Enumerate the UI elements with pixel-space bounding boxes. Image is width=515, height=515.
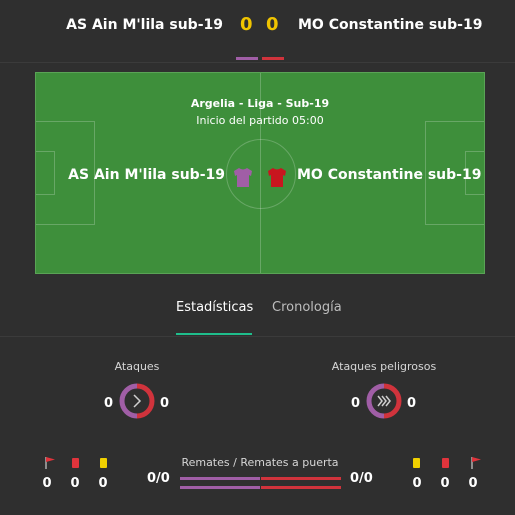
away-red-card-icon [442, 458, 449, 468]
attacks-home-value: 0 [104, 396, 114, 411]
shots-away-value: 0/0 [350, 471, 373, 486]
shots-on-target-home-bar [180, 486, 260, 489]
pitch-away-team: MO Constantine sub-19 [297, 167, 482, 183]
away-shirt-icon [266, 166, 288, 191]
away-corner-flag-icon [470, 456, 482, 473]
home-corner-flag-icon [44, 456, 56, 473]
dangerous-attacks-home-value: 0 [351, 396, 361, 411]
home-color-bar [236, 57, 258, 60]
home-yellow-card-icon [100, 458, 107, 468]
attacks-label: Ataques [114, 360, 160, 373]
tab-timeline[interactable]: Cronología [272, 300, 342, 315]
home-team-name[interactable]: AS Ain M'lila sub-19 [66, 17, 223, 33]
away-color-bar [262, 57, 284, 60]
away-yellow-cards-value: 0 [412, 476, 422, 491]
shots-home-bar [180, 477, 260, 480]
home-goal-box [36, 151, 55, 195]
shots-home-value: 0/0 [147, 471, 170, 486]
tab-statistics[interactable]: Estadísticas [176, 300, 253, 315]
home-corners-value: 0 [42, 476, 52, 491]
chevron-right-icon [133, 394, 142, 408]
away-score: 0 [266, 14, 279, 35]
home-red-cards-value: 0 [70, 476, 80, 491]
shots-label: Remates / Remates a puerta [181, 456, 339, 469]
home-shirt-icon [232, 166, 254, 191]
double-chevron-right-icon [377, 395, 391, 407]
shots-on-target-away-bar [261, 486, 341, 489]
dangerous-attacks-donut [366, 383, 402, 419]
dangerous-attacks-label: Ataques peligrosos [331, 360, 437, 373]
away-red-cards-value: 0 [440, 476, 450, 491]
attacks-away-value: 0 [160, 396, 170, 411]
home-red-card-icon [72, 458, 79, 468]
dangerous-attacks-away-value: 0 [407, 396, 417, 411]
home-yellow-cards-value: 0 [98, 476, 108, 491]
away-yellow-card-icon [413, 458, 420, 468]
tab-bar [0, 290, 515, 337]
home-score: 0 [240, 14, 253, 35]
away-corners-value: 0 [468, 476, 478, 491]
active-tab-indicator [176, 333, 252, 335]
attacks-donut [119, 383, 155, 419]
away-team-name[interactable]: MO Constantine sub-19 [298, 17, 482, 33]
shots-away-bar [261, 477, 341, 480]
league-name: Argelia - Liga - Sub-19 [190, 97, 330, 110]
pitch-home-team: AS Ain M'lila sub-19 [68, 167, 225, 183]
kickoff-time: Inicio del partido 05:00 [196, 114, 324, 127]
